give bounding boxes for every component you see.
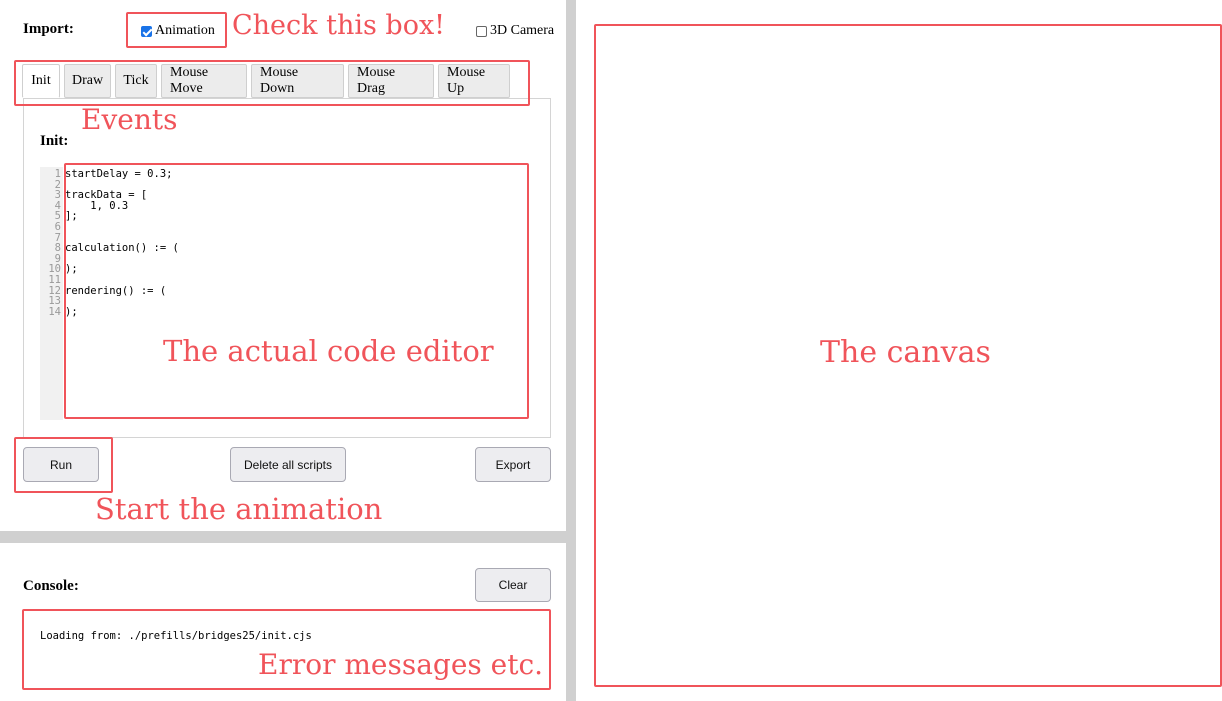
tab-mouse-move[interactable]: Mouse Move [161, 64, 247, 98]
code-text[interactable]: ); [63, 307, 78, 318]
3d-camera-checkbox-box[interactable] [476, 25, 487, 37]
code-text[interactable]: ); [63, 264, 78, 275]
code-line[interactable]: 11 [40, 275, 179, 286]
import-label: Import: [23, 21, 74, 37]
tab-mouse-down[interactable]: Mouse Down [251, 64, 344, 98]
delete-all-scripts-button[interactable]: Delete all scripts [230, 447, 346, 482]
code-line[interactable]: 6 [40, 222, 179, 233]
code-text[interactable] [63, 275, 65, 286]
editor-heading: Init: [40, 133, 69, 149]
code-text[interactable]: rendering() := ( [63, 285, 166, 297]
canvas-panel[interactable] [576, 0, 1222, 701]
animation-checkbox[interactable]: Animation [141, 23, 215, 39]
vertical-splitter[interactable] [566, 0, 576, 701]
run-button[interactable]: Run [23, 447, 99, 482]
tab-init[interactable]: Init [22, 64, 60, 98]
event-tabs: Init Draw Tick Mouse Move Mouse Down Mou… [22, 64, 510, 98]
code-text[interactable]: calculation() := ( [63, 243, 179, 254]
code-text[interactable]: startDelay = 0.3; [63, 169, 172, 180]
tab-mouse-drag[interactable]: Mouse Drag [348, 64, 434, 98]
clear-button[interactable]: Clear [475, 568, 551, 602]
console-label: Console: [23, 578, 79, 594]
animation-checkbox-label: Animation [155, 23, 215, 38]
code-line[interactable]: 1 startDelay = 0.3; [40, 169, 179, 180]
horizontal-splitter[interactable] [0, 531, 566, 543]
tab-mouse-up[interactable]: Mouse Up [438, 64, 510, 98]
tab-tick[interactable]: Tick [115, 64, 157, 98]
code-text[interactable]: ]; [63, 211, 78, 222]
export-button[interactable]: Export [475, 447, 551, 482]
code-editor[interactable]: 1 startDelay = 0.3; 2 3 trackData = [4 1, 0.… [40, 167, 532, 420]
code-lines[interactable]: 1 startDelay = 0.3; 2 3 trackData = [4 1, 0.… [40, 169, 179, 318]
line-number: 14 [48, 305, 61, 318]
code-line[interactable]: 14); [40, 307, 179, 318]
line-number: 6 [54, 220, 61, 233]
line-number: 11 [48, 273, 61, 286]
code-text[interactable] [63, 222, 65, 233]
animation-checkbox-box[interactable] [141, 25, 152, 37]
3d-camera-checkbox-label: 3D Camera [490, 23, 555, 38]
3d-camera-checkbox[interactable]: 3D Camera [476, 23, 554, 39]
tab-draw[interactable]: Draw [64, 64, 111, 98]
line-number: 1 [54, 168, 61, 180]
console-output: Loading from: ./prefills/bridges25/init.… [40, 630, 312, 642]
